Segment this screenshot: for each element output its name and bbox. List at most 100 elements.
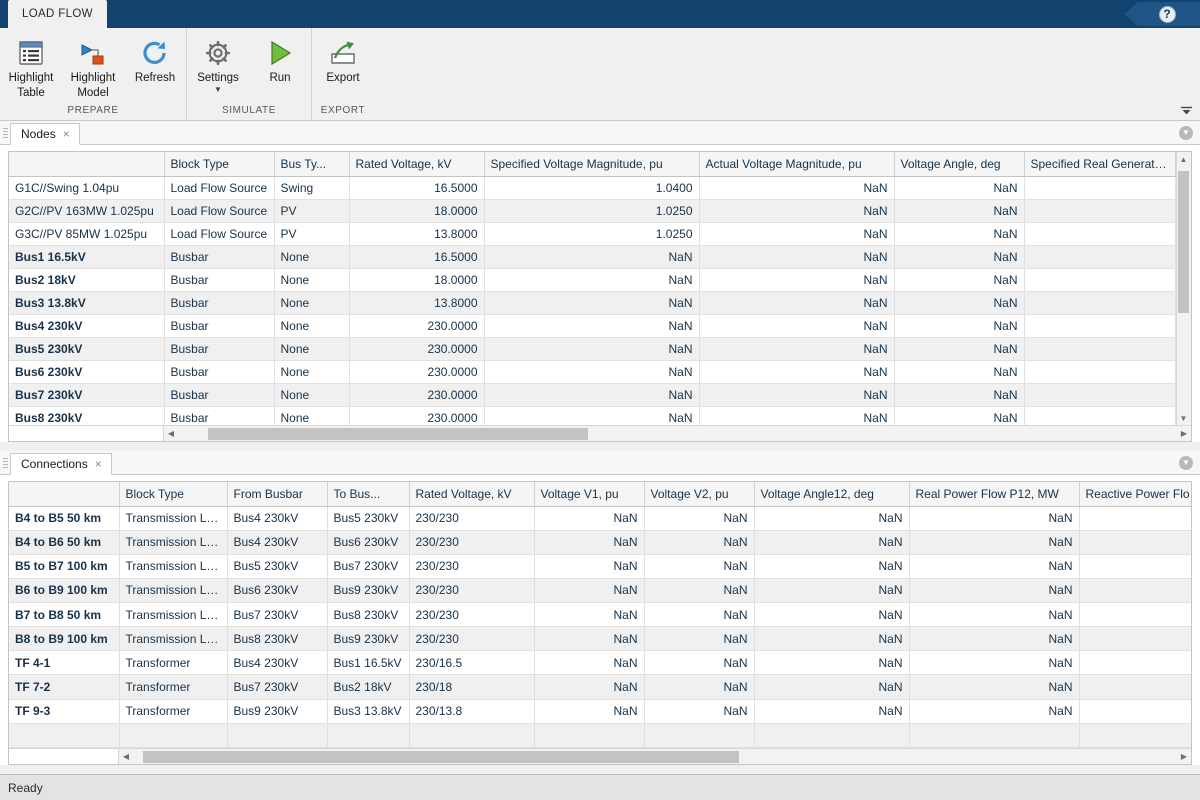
table-cell[interactable]: NaN [894,176,1025,200]
table-cell[interactable]: 1.0250 [484,222,700,246]
table-row[interactable]: Bus8 230kV Busbar None 230.0000 NaN NaN NaN [9,406,1176,425]
table-cell[interactable] [1079,723,1191,748]
table-cell[interactable]: TF 4-1 [9,650,120,676]
table-cell[interactable]: 230.0000 [349,337,485,361]
table-cell[interactable]: Transmission Line [119,554,228,579]
table-cell[interactable]: NaN [484,268,700,292]
table-cell[interactable]: Bus6 230kV [227,578,328,604]
column-header-rated-voltage-kv[interactable]: Rated Voltage, kV [349,152,485,177]
table-cell[interactable]: NaN [894,337,1025,361]
table-row[interactable]: Bus2 18kV Busbar None 18.0000 NaN NaN NaN [9,268,1176,292]
table-row[interactable]: G1C//Swing 1.04pu Load Flow Source Swing 16… [9,176,1176,200]
table-cell[interactable]: NaN [909,506,1080,531]
table-cell[interactable]: 16.5000 [349,245,485,269]
panel-grip-icon[interactable] [0,453,10,473]
table-cell[interactable]: NaN [534,626,645,652]
table-cell[interactable]: Transmission Line [119,530,228,555]
table-cell[interactable]: NaN [484,337,700,361]
table-cell[interactable]: NaN [699,176,895,200]
table-cell[interactable] [1024,176,1176,200]
table-cell[interactable]: Transmission Line [119,506,228,531]
table-cell[interactable]: None [274,268,350,292]
highlight-table-button[interactable]: Highlight Table [0,34,62,100]
table-cell[interactable]: 230.0000 [349,360,485,384]
table-cell[interactable]: NaN [644,506,755,531]
table-cell[interactable]: NaN [909,578,1080,604]
table-cell[interactable]: NaN [699,268,895,292]
table-cell[interactable]: Busbar [164,360,275,384]
table-cell[interactable]: 230.0000 [349,314,485,338]
collapse-ribbon-icon[interactable] [1178,104,1194,118]
table-cell[interactable]: 230/230 [409,578,535,604]
table-cell[interactable]: None [274,314,350,338]
table-cell[interactable]: Bus4 230kV [227,530,328,555]
close-icon[interactable]: × [63,128,70,140]
column-header-specified-real-generation[interactable]: Specified Real Generation [1024,152,1176,177]
table-cell[interactable]: B4 to B5 50 km [9,506,120,531]
table-cell[interactable]: 230/230 [409,626,535,652]
table-cell[interactable]: 16.5000 [349,176,485,200]
table-cell[interactable]: NaN [894,406,1025,425]
table-row[interactable]: B6 to B9 100 km Transmission Line Bus6 230… [9,578,1191,604]
panel-tab-nodes[interactable]: Nodes × [10,123,80,145]
table-cell[interactable]: 13.8000 [349,291,485,315]
scroll-left-icon[interactable]: ◀ [164,429,178,438]
export-button[interactable]: Export [312,34,374,85]
table-cell[interactable] [1024,245,1176,269]
table-cell[interactable] [754,723,910,748]
table-cell[interactable]: Bus3 13.8kV [327,699,410,724]
table-cell[interactable]: Transformer [119,674,228,700]
table-cell[interactable]: NaN [699,199,895,223]
connections-horizontal-scrollbar[interactable]: ◀ ▶ [9,748,1191,764]
table-cell[interactable]: NaN [534,554,645,579]
column-header-voltage-v2-pu[interactable]: Voltage V2, pu [644,482,755,507]
table-cell[interactable]: TF 9-3 [9,699,120,724]
table-cell[interactable]: NaN [484,406,700,425]
table-cell[interactable] [1024,291,1176,315]
table-cell[interactable]: NaN [909,674,1080,700]
table-cell[interactable]: 230.0000 [349,383,485,407]
table-cell[interactable]: NaN [644,530,755,555]
column-header-from-busbar[interactable]: From Busbar [227,482,328,507]
table-cell[interactable]: Bus5 230kV [227,554,328,579]
table-cell[interactable]: B4 to B6 50 km [9,530,120,555]
table-cell[interactable] [227,723,328,748]
column-header-to-bus[interactable]: To Bus... [327,482,410,507]
table-cell[interactable]: 230/230 [409,602,535,628]
table-row[interactable]: B4 to B6 50 km Transmission Line Bus4 230k… [9,530,1191,555]
table-cell[interactable] [327,723,410,748]
table-row[interactable]: Bus5 230kV Busbar None 230.0000 NaN NaN NaN [9,337,1176,361]
table-cell[interactable] [1024,383,1176,407]
table-cell[interactable]: Bus2 18kV [9,268,165,292]
table-cell[interactable]: Busbar [164,291,275,315]
table-cell[interactable]: Bus6 230kV [327,530,410,555]
table-cell[interactable]: NaN [754,699,910,724]
table-cell[interactable]: NaN [894,199,1025,223]
table-cell[interactable]: Bus5 230kV [9,337,165,361]
column-header-rated-voltage-kv[interactable]: Rated Voltage, kV [409,482,535,507]
table-cell[interactable]: NaN [909,650,1080,676]
close-icon[interactable]: × [95,458,102,470]
scroll-up-icon[interactable]: ▲ [1180,152,1188,166]
table-cell[interactable]: 230/13.8 [409,699,535,724]
table-row[interactable]: Bus7 230kV Busbar None 230.0000 NaN NaN NaN [9,383,1176,407]
table-cell[interactable]: G3C//PV 85MW 1.025pu [9,222,165,246]
connections-hscroll-track[interactable] [133,750,1177,764]
table-row[interactable]: TF 4-1 Transformer Bus4 230kV Bus1 16.5kV 23… [9,650,1191,676]
panel-menu-icon[interactable]: ▼ [1179,126,1193,140]
table-cell[interactable]: NaN [484,383,700,407]
table-cell[interactable] [1024,314,1176,338]
connections-hscroll-thumb[interactable] [143,750,739,763]
table-cell[interactable]: G2C//PV 163MW 1.025pu [9,199,165,223]
nodes-vertical-scrollbar[interactable]: ▲ ▼ [1175,152,1191,425]
table-cell[interactable] [9,723,120,748]
nodes-hscroll-thumb[interactable] [207,427,588,440]
column-header-voltage-angle-deg[interactable]: Voltage Angle, deg [894,152,1025,177]
table-cell[interactable] [1079,674,1191,700]
table-cell[interactable]: B7 to B8 50 km [9,602,120,628]
table-cell[interactable]: 18.0000 [349,268,485,292]
panel-menu-icon[interactable]: ▼ [1179,456,1193,470]
table-cell[interactable]: NaN [644,578,755,604]
table-cell[interactable]: NaN [754,506,910,531]
table-cell[interactable]: 230/230 [409,506,535,531]
